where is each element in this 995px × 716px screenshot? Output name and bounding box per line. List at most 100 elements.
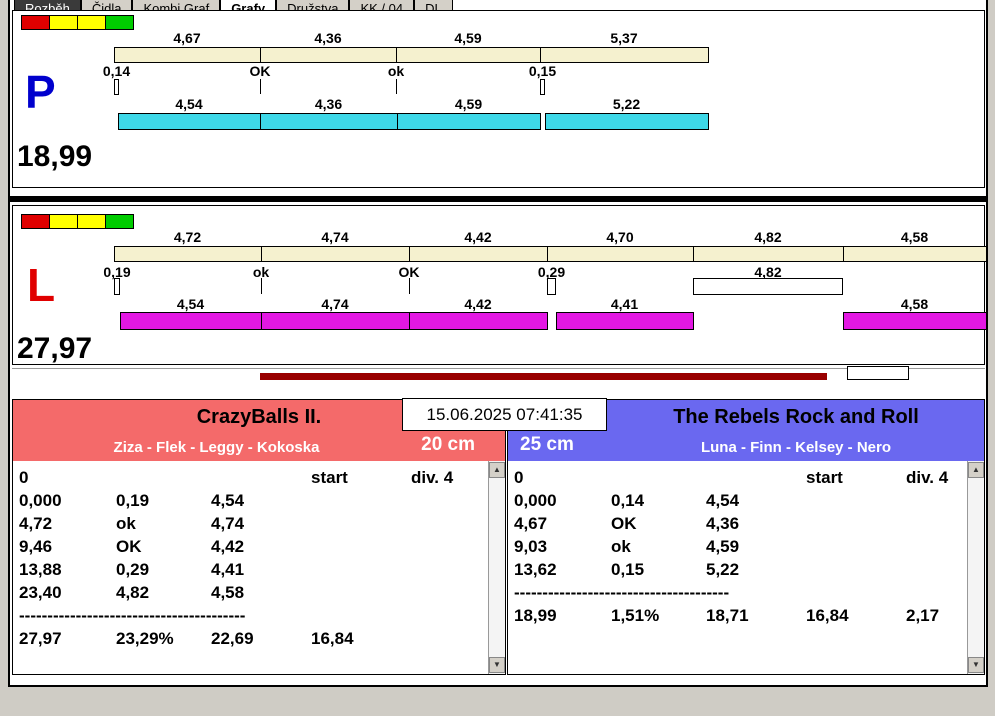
- table-cell: [611, 468, 706, 491]
- dog-time-label: 4,42: [464, 296, 492, 312]
- team-left-results-table[interactable]: 0 start div. 4 0,000 0,19 4,54 4,72 ok 4,74 9,46 O…: [13, 461, 488, 674]
- change-gap-box: [540, 79, 545, 95]
- timestamp-text: 15.06.2025 07:41:35: [426, 405, 583, 424]
- team-left-scrollbar[interactable]: ▲ ▼: [488, 461, 505, 674]
- panel-divider: [10, 196, 986, 202]
- table-cell: [411, 514, 488, 537]
- table-cell: [706, 468, 806, 491]
- team-panel-right: The Rebels Rock and Roll Luna - Finn - K…: [507, 399, 985, 675]
- dog-time-label: 4,54: [176, 296, 205, 312]
- table-separator: ----------------------------------------: [19, 606, 246, 625]
- scroll-down-icon: ▼: [972, 660, 980, 669]
- tab-dru-stva[interactable]: Družstva: [276, 0, 350, 10]
- team-right-scrollbar[interactable]: ▲ ▼: [967, 461, 984, 674]
- status-light: [77, 214, 106, 229]
- split-time-label: 4,59: [454, 30, 482, 46]
- split-time-label: 4,42: [464, 229, 492, 245]
- table-cell: [211, 468, 311, 491]
- change-gap-box: [693, 278, 843, 295]
- lane-letter: L: [27, 259, 56, 311]
- table-cell: ok: [116, 514, 136, 533]
- status-light: [49, 15, 78, 30]
- table-cell: 4,54: [211, 491, 245, 510]
- table-cell: 13,88: [19, 560, 62, 579]
- table-cell: 4,67: [514, 514, 548, 533]
- tab-idla[interactable]: Čidla: [80, 0, 133, 10]
- table-cell: [411, 629, 488, 652]
- table-cell: OK: [116, 537, 142, 556]
- timestamp-box: 15.06.2025 07:41:35: [402, 398, 607, 431]
- team-right-category: 25 cm: [520, 434, 574, 455]
- status-lights: [21, 15, 134, 35]
- table-row: 23,40 4,82 4,58: [19, 583, 488, 606]
- change-tick: [409, 278, 410, 294]
- change-label: 0,15: [528, 63, 557, 79]
- tab-bar: Rozběh Čidla Kombi Graf Grafy Družstva KK / 0…: [10, 0, 986, 10]
- table-cell: 0,14: [611, 491, 645, 510]
- table-cell: [411, 560, 488, 583]
- split-time-label: 4,36: [314, 30, 342, 46]
- team-right-name: The Rebels Rock and Roll: [673, 406, 919, 428]
- table-cell: [116, 468, 211, 491]
- scroll-up-button[interactable]: ▲: [968, 462, 984, 478]
- scroll-up-button[interactable]: ▲: [489, 462, 505, 478]
- progress-marker-box: [847, 366, 909, 380]
- change-tick: [260, 79, 261, 94]
- status-light: [105, 15, 134, 30]
- table-cell: 2,17: [906, 606, 940, 625]
- status-light: [21, 15, 50, 30]
- dog-bar-segment: [545, 113, 709, 130]
- table-cell: [906, 491, 967, 514]
- table-cell: start: [311, 468, 348, 487]
- scroll-down-button[interactable]: ▼: [489, 657, 505, 673]
- table-cell: [411, 537, 488, 560]
- dog-time-label: 4,74: [321, 296, 349, 312]
- table-row: 4,72 ok 4,74: [19, 514, 488, 537]
- tab-grafy[interactable]: Grafy: [220, 0, 277, 10]
- tab-rozb-h[interactable]: Rozběh: [14, 0, 81, 10]
- table-cell: [806, 491, 906, 514]
- tab-dl[interactable]: DL: [414, 0, 453, 10]
- table-row: 4,67 OK 4,36: [514, 514, 967, 537]
- table-cell: 0: [514, 468, 524, 487]
- split-bar-segment: [409, 246, 548, 262]
- change-gap-box: [547, 278, 556, 295]
- scroll-down-button[interactable]: ▼: [968, 657, 984, 673]
- main-window: Rozběh Čidla Kombi Graf Grafy Družstva KK / 0…: [8, 0, 988, 687]
- split-time-label: 4,67: [173, 30, 201, 46]
- table-cell: 4,72: [19, 514, 53, 533]
- table-separator: --------------------------------------: [514, 583, 730, 602]
- dog-bar-segment: [843, 312, 987, 330]
- split-bar-segment: [547, 246, 694, 262]
- table-cell: 22,69: [211, 629, 254, 648]
- status-lights: [21, 214, 134, 234]
- table-cell: 4,41: [211, 560, 245, 579]
- change-gap-box: [114, 278, 120, 295]
- tab-kk-04[interactable]: KK / 04: [349, 0, 415, 10]
- table-cell: 4,54: [706, 491, 740, 510]
- team-right-results-table[interactable]: 0 start div. 4 0,000 0,14 4,54 4,67 OK 4,36 9,03 o…: [508, 461, 967, 674]
- table-cell: 0,000: [19, 491, 62, 510]
- status-light: [49, 214, 78, 229]
- table-cell: 1,51%: [611, 606, 660, 625]
- table-cell: 9,46: [19, 537, 53, 556]
- change-tick: [396, 79, 397, 94]
- progress-bar: [260, 373, 827, 380]
- table-row: 0,000 0,14 4,54: [514, 491, 967, 514]
- table-row: 0 start div. 4: [19, 468, 488, 491]
- table-row: 27,97 23,29% 22,69 16,84: [19, 629, 488, 652]
- table-cell: [311, 491, 411, 514]
- table-cell: ok: [611, 537, 631, 556]
- table-cell: 27,97: [19, 629, 62, 648]
- split-time-label: 4,72: [173, 229, 202, 245]
- team-left-dogs: Ziza - Flek - Leggy - Kokoska: [113, 439, 320, 456]
- status-light: [77, 15, 106, 30]
- dog-time-label: 4,41: [610, 296, 639, 312]
- tab-kombi-graf[interactable]: Kombi Graf: [132, 0, 221, 10]
- dog-time-label: 5,22: [612, 96, 641, 112]
- table-row: 9,46 OK 4,42: [19, 537, 488, 560]
- table-cell: 18,71: [706, 606, 749, 625]
- dog-bar-segment: [409, 312, 548, 330]
- table-cell: 5,22: [706, 560, 740, 579]
- table-row: 9,03 ok 4,59: [514, 537, 967, 560]
